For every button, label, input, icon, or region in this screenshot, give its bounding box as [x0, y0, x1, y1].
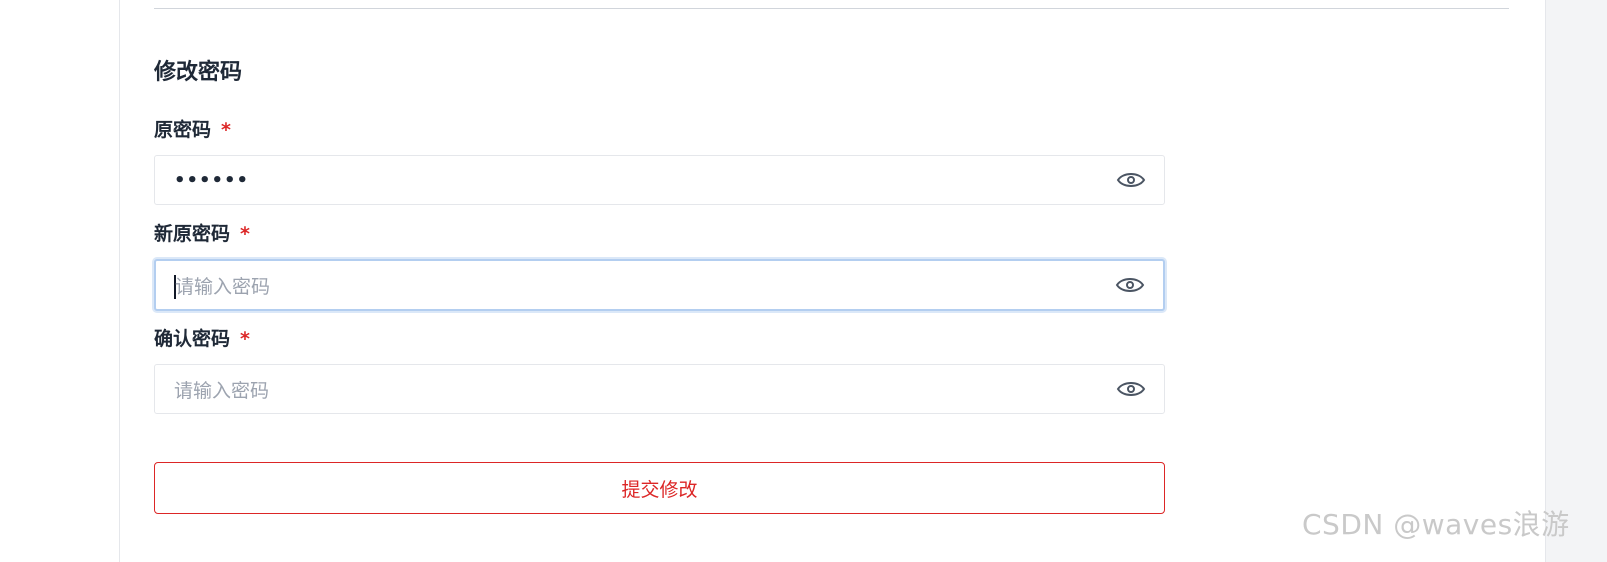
required-mark: * [240, 328, 250, 350]
left-panel [0, 0, 120, 562]
right-scroll-area [1545, 0, 1607, 562]
new-password-label-text: 新原密码 [154, 223, 231, 245]
eye-icon[interactable] [1116, 169, 1146, 191]
watermark: CSDN @waves浪游 [1302, 508, 1570, 541]
confirm-password-input[interactable]: 请输入密码 [154, 364, 1165, 414]
new-password-input[interactable]: 请输入密码 [154, 259, 1165, 311]
old-password-input[interactable]: •••••• [154, 155, 1165, 205]
eye-icon[interactable] [1116, 378, 1146, 400]
eye-icon[interactable] [1115, 274, 1145, 296]
confirm-password-placeholder: 请输入密码 [174, 379, 270, 402]
old-password-label-text: 原密码 [154, 119, 212, 141]
old-password-label: 原密码 * [154, 117, 231, 143]
required-mark: * [240, 223, 250, 245]
required-mark: * [221, 119, 231, 141]
confirm-password-label-text: 确认密码 [154, 328, 231, 350]
section-divider [154, 8, 1509, 9]
confirm-password-label: 确认密码 * [154, 326, 250, 352]
old-password-value: •••••• [174, 169, 250, 191]
new-password-placeholder: 请输入密码 [175, 275, 271, 298]
submit-button[interactable]: 提交修改 [154, 462, 1165, 514]
section-title: 修改密码 [154, 60, 243, 85]
new-password-label: 新原密码 * [154, 221, 250, 247]
